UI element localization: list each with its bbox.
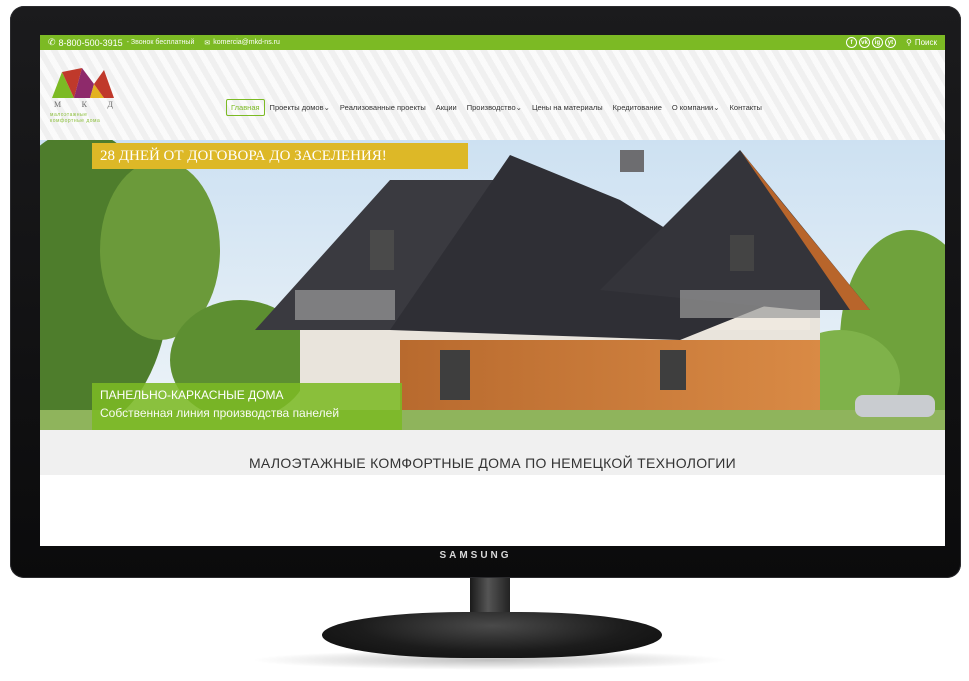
nav-item-house-projects[interactable]: Проекты домов⌄ (265, 100, 335, 115)
logo-subtitle: малоэтажные комфортные дома (50, 112, 120, 124)
nav-item-completed-projects[interactable]: Реализованные проекты (335, 100, 431, 115)
phone-number: 8-800-500-3915 (58, 37, 123, 48)
phone-link[interactable]: ✆ 8-800-500-3915 (48, 37, 123, 48)
banner-subline: Собственная линия производства панелей (100, 406, 340, 420)
chevron-down-icon: ⌄ (515, 103, 522, 112)
search-label: Поиск (914, 38, 937, 47)
social-links: f vk ig yt (845, 37, 896, 48)
logo-letter-k: К (81, 100, 88, 109)
company-logo[interactable]: М К Д малоэтажные комфортные дома (48, 66, 118, 126)
nav-item-credit[interactable]: Кредитование (608, 100, 667, 115)
section-tagline: МАЛОЭТАЖНЫЕ КОМФОРТНЫЕ ДОМА ПО НЕМЕЦКОЙ … (40, 430, 945, 475)
chevron-down-icon: ⌄ (713, 103, 720, 112)
site-header: М К Д малоэтажные комфортные дома Главна… (40, 50, 945, 140)
main-navigation: Главная Проекты домов⌄ Реализованные про… (226, 99, 767, 116)
free-call-note: - Звонок бесплатный (126, 39, 195, 46)
monitor-stand-base (322, 612, 662, 658)
top-contact-bar: ✆ 8-800-500-3915 - Звонок бесплатный ✉ k… (40, 35, 945, 50)
instagram-icon[interactable]: ig (871, 37, 883, 48)
search-icon: ⚲ (905, 38, 912, 47)
nav-item-material-prices[interactable]: Цены на материалы (527, 100, 608, 115)
nav-label: О компании (671, 103, 714, 112)
monitor-screen: ✆ 8-800-500-3915 - Звонок бесплатный ✉ k… (40, 35, 945, 546)
nav-item-promotions[interactable]: Акции (431, 100, 462, 115)
banner-headline: ПАНЕЛЬНО-КАРКАСНЫЕ ДОМА (100, 388, 284, 402)
nav-label: Производство (466, 103, 516, 112)
mail-icon: ✉ (204, 39, 211, 47)
search-button[interactable]: ⚲ Поиск (906, 38, 937, 47)
logo-letter-d: Д (107, 100, 114, 109)
vk-icon[interactable]: vk (858, 37, 870, 48)
promo-banner-bottom: ПАНЕЛЬНО-КАРКАСНЫЕ ДОМА Собственная лини… (92, 383, 402, 430)
logo-subtitle-line2: комфортные дома (50, 118, 101, 124)
nav-item-about[interactable]: О компании⌄ (667, 100, 725, 115)
logo-mark-icon (52, 68, 114, 98)
logo-letter-m: М (54, 100, 63, 109)
logo-letters: М К Д (54, 100, 114, 109)
nav-item-production[interactable]: Производство⌄ (462, 100, 527, 115)
monitor-brand-label: SAMSUNG (439, 550, 512, 561)
email-link[interactable]: ✉ komercia@mkd-ns.ru (204, 39, 280, 47)
phone-icon: ✆ (48, 37, 56, 47)
email-address: komercia@mkd-ns.ru (213, 39, 280, 46)
hero-slider[interactable]: 28 ДНЕЙ ОТ ДОГОВОРА ДО ЗАСЕЛЕНИЯ! ПАНЕЛЬ… (40, 140, 945, 430)
nav-item-contacts[interactable]: Контакты (725, 100, 767, 115)
youtube-icon[interactable]: yt (884, 37, 896, 48)
promo-banner-top: 28 ДНЕЙ ОТ ДОГОВОРА ДО ЗАСЕЛЕНИЯ! (92, 143, 468, 169)
nav-label: Проекты домов (269, 103, 324, 112)
nav-item-home[interactable]: Главная (226, 99, 265, 116)
facebook-icon[interactable]: f (845, 37, 857, 48)
chevron-down-icon: ⌄ (323, 103, 330, 112)
